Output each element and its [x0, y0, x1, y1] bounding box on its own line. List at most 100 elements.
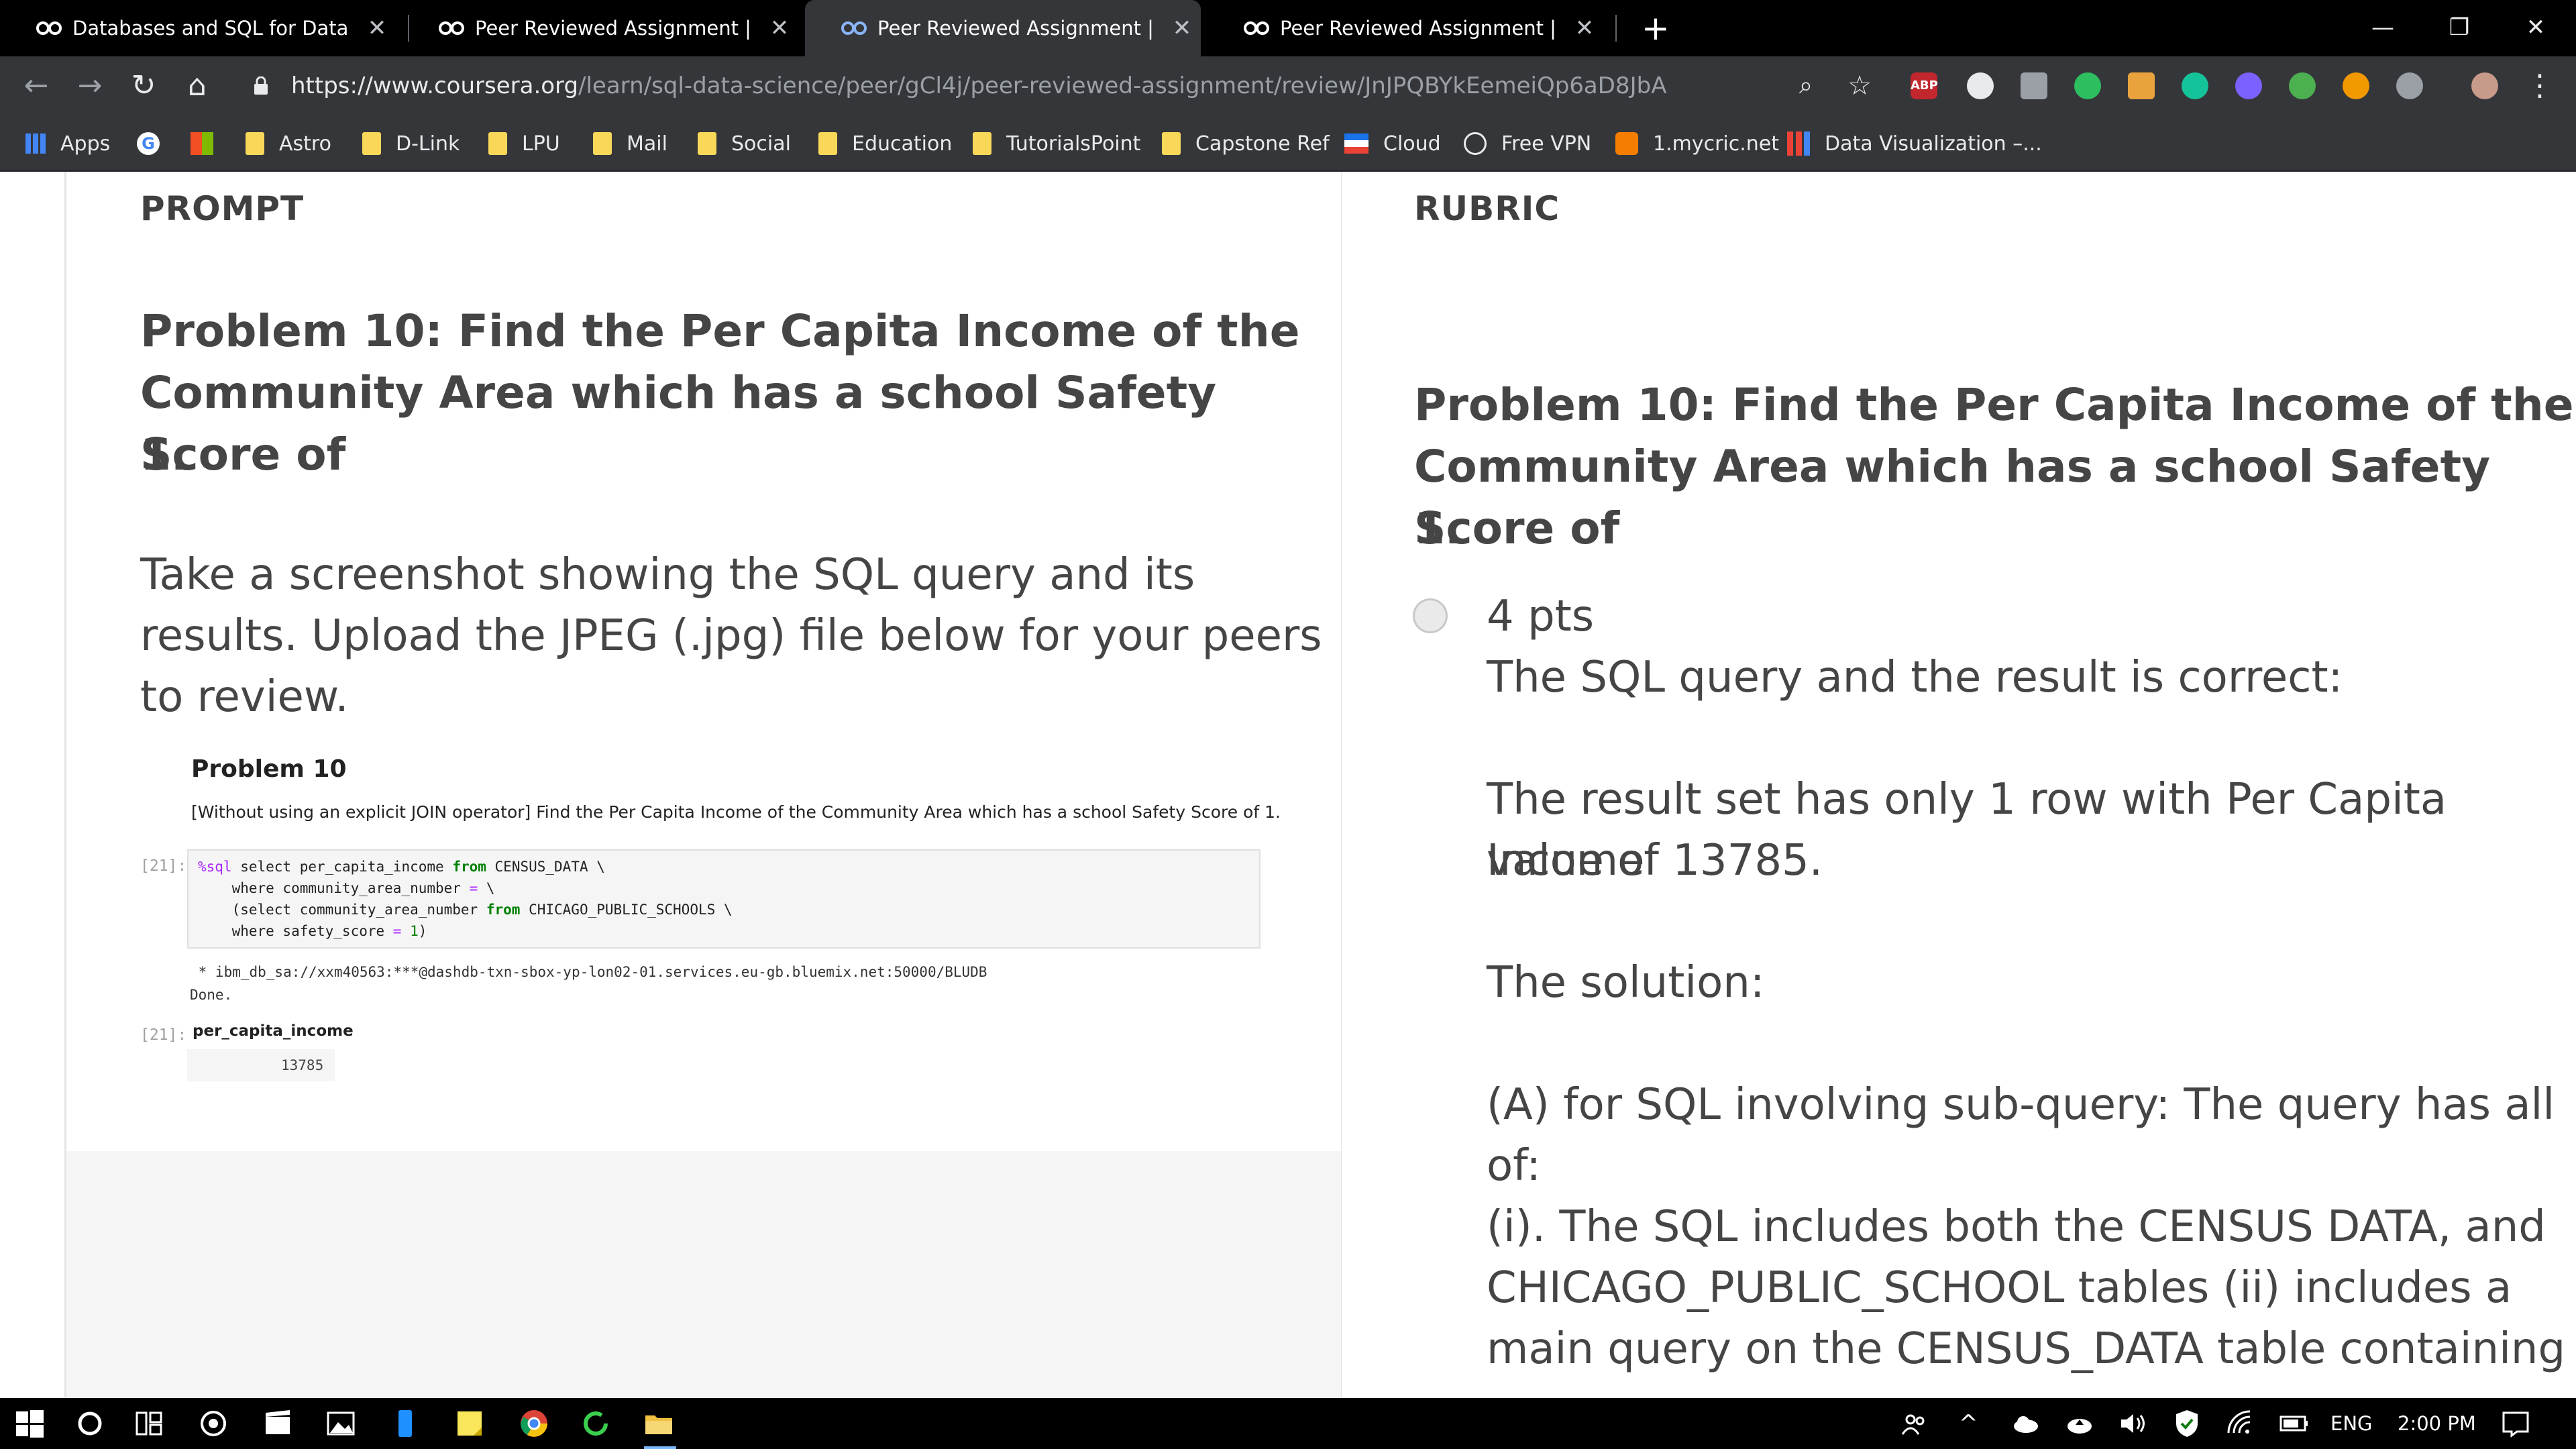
menu-kebab-icon[interactable]: ⋮: [2522, 68, 2557, 103]
reload-button[interactable]: ↻: [126, 68, 161, 103]
drive-extension-icon[interactable]: [2396, 72, 2423, 99]
bookmark-apps[interactable]: Apps: [25, 127, 110, 160]
url-bar[interactable]: https://www.coursera.org/learn/sql-data-…: [291, 68, 1666, 103]
chrome-icon[interactable]: [518, 1407, 550, 1440]
url-path: /learn/sql-data-science/peer/gCl4j/peer-…: [578, 72, 1667, 99]
cloud-upload-icon[interactable]: [2063, 1407, 2096, 1440]
tab-peer-review-active[interactable]: Peer Reviewed Assignment | Cou ✕: [805, 0, 1201, 56]
close-icon[interactable]: ✕: [1570, 13, 1599, 43]
movies-app-icon[interactable]: [262, 1407, 294, 1440]
wifi-icon[interactable]: [2224, 1407, 2257, 1440]
window-close-button[interactable]: ✕: [2498, 4, 2573, 51]
speed-extension-icon[interactable]: [1967, 72, 1994, 99]
tab-peer-review-1[interactable]: Peer Reviewed Assignment | Cou ✕: [402, 0, 798, 56]
rubric-problem-line-3: 1.: [1414, 502, 1462, 554]
result-column-header: per_capita_income: [193, 1022, 354, 1040]
cloud-icon: [1344, 133, 1368, 154]
code-line-4: where safety_score = 1): [198, 923, 427, 939]
people-icon[interactable]: [1898, 1407, 1931, 1440]
bookmark-capstone-ref[interactable]: Capstone Ref: [1162, 127, 1330, 160]
system-clock[interactable]: 2:00 PM: [2398, 1410, 2476, 1437]
bookmark-google[interactable]: G: [137, 127, 174, 160]
sticky-notes-icon[interactable]: [453, 1407, 486, 1440]
rubric-panel: RUBRIC Problem 10: Find the Per Capita I…: [1342, 172, 2576, 1398]
bookmark-mycric[interactable]: 1.mycric.net: [1615, 127, 1779, 160]
tab-strip: Databases and SQL for Data Scie ✕ Peer R…: [0, 0, 2576, 56]
close-icon[interactable]: ✕: [1167, 13, 1197, 43]
color-extension-icon[interactable]: [2289, 72, 2316, 99]
camera-extension-icon[interactable]: [2021, 72, 2047, 99]
result-table: per_capita_income 13785: [187, 1018, 354, 1081]
rubric-line-1: The SQL query and the result is correct:: [1487, 653, 2343, 702]
phone-app-icon[interactable]: [389, 1407, 421, 1440]
rubric-line-8: (A) for SQL involving sub-query: The que…: [1487, 1080, 2555, 1191]
bookmark-label: Capstone Ref: [1195, 131, 1330, 156]
volume-icon[interactable]: [2117, 1407, 2149, 1440]
bookmark-label: Social: [731, 131, 791, 156]
rubric-problem-line-1: Problem 10: Find the Per Capita Income o…: [1414, 379, 2574, 431]
zoom-icon[interactable]: ⌕: [1788, 68, 1823, 103]
bookmark-social[interactable]: Social: [698, 127, 791, 160]
result-cell: 13785: [187, 1049, 335, 1081]
close-icon[interactable]: ✕: [765, 13, 794, 43]
input-language[interactable]: ENG: [2330, 1410, 2373, 1437]
apps-grid-icon: [25, 133, 46, 154]
office-extension-icon[interactable]: [2128, 72, 2155, 99]
adblock-plus-icon[interactable]: ABP: [1911, 72, 1938, 99]
task-view-icon[interactable]: [133, 1407, 165, 1440]
prompt-problem-line-1: Problem 10: Find the Per Capita Income o…: [140, 305, 1300, 357]
tab-title: Peer Reviewed Assignment | Cou: [1280, 17, 1562, 40]
file-explorer-icon[interactable]: [643, 1407, 675, 1440]
close-icon[interactable]: ✕: [362, 13, 392, 43]
bookmark-astro[interactable]: Astro: [246, 127, 331, 160]
prompt-panel-footer: [64, 1151, 1343, 1398]
refresh-app-icon[interactable]: [580, 1407, 612, 1440]
coursera-icon: [1244, 21, 1269, 35]
windows-start-icon[interactable]: [13, 1407, 46, 1440]
evernote-icon[interactable]: [2074, 72, 2101, 99]
restore-button[interactable]: ❐: [2422, 4, 2497, 51]
show-hidden-icons-chevron[interactable]: ^: [1959, 1410, 1978, 1437]
notebook-description: [Without using an explicit JOIN operator…: [191, 802, 1281, 822]
bookmark-lpu[interactable]: LPU: [488, 127, 560, 160]
globe-icon: [1464, 132, 1487, 155]
cortana-search-icon[interactable]: [74, 1407, 106, 1440]
photos-app-icon[interactable]: [325, 1407, 357, 1440]
minimize-button[interactable]: —: [2345, 4, 2420, 51]
back-button[interactable]: ←: [19, 68, 54, 103]
tab-databases-sql[interactable]: Databases and SQL for Data Scie ✕: [0, 0, 396, 56]
prompt-instruction-line-2: results. Upload the JPEG (.jpg) file bel…: [140, 611, 1322, 661]
camera-app-icon[interactable]: [197, 1407, 229, 1440]
bookmark-mail[interactable]: Mail: [593, 127, 667, 160]
bookmark-label: D-Link: [396, 131, 460, 156]
bookmark-star-icon[interactable]: ☆: [1842, 68, 1877, 103]
download-extension-icon[interactable]: [2235, 72, 2262, 99]
folder-icon: [362, 132, 381, 155]
bookmark-education[interactable]: Education: [818, 127, 952, 160]
tab-peer-review-3[interactable]: Peer Reviewed Assignment | Cou ✕: [1208, 0, 1603, 56]
bookmark-microsoft[interactable]: [191, 127, 228, 160]
score-radio-button[interactable]: [1413, 598, 1448, 633]
profile-avatar[interactable]: [2471, 72, 2498, 99]
folder-icon: [818, 132, 837, 155]
security-shield-icon[interactable]: [2171, 1407, 2203, 1440]
rubric-line-12: main query on the CENSUS_DATA table cont…: [1487, 1324, 2566, 1374]
connection-output: * ibm_db_sa://xxm40563:***@dashdb-txn-sb…: [190, 961, 987, 1006]
rubric-heading: RUBRIC: [1414, 189, 1560, 228]
bookmark-tutorialspoint[interactable]: TutorialsPoint: [973, 127, 1140, 160]
windows-taskbar: ^ ENG 2:00 PM: [0, 1398, 2576, 1449]
bookmarks-bar: Apps G Astro D-Link LPU Mail Social Educ…: [0, 115, 2576, 172]
forward-button[interactable]: →: [72, 68, 107, 103]
new-tab-button[interactable]: +: [1637, 9, 1674, 47]
home-button[interactable]: ⌂: [180, 68, 215, 103]
bookmark-data-visualization[interactable]: Data Visualization –...: [1787, 127, 2042, 160]
keep-extension-icon[interactable]: [2343, 72, 2369, 99]
battery-icon[interactable]: [2278, 1407, 2310, 1440]
bookmark-dlink[interactable]: D-Link: [362, 127, 460, 160]
onedrive-icon[interactable]: [2010, 1407, 2042, 1440]
action-center-icon[interactable]: [2500, 1407, 2532, 1440]
grammarly-icon[interactable]: [2182, 72, 2208, 99]
bookmark-cloud[interactable]: Cloud: [1344, 127, 1441, 160]
bookmark-free-vpn[interactable]: Free VPN: [1464, 127, 1591, 160]
out-prompt: [21]:: [140, 1026, 187, 1044]
